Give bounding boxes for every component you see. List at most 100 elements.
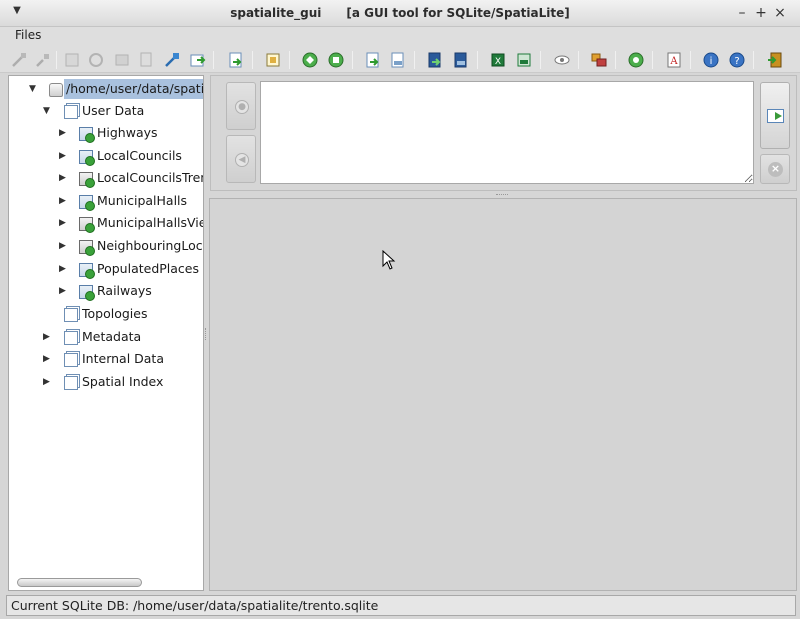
network-icon[interactable] [301,51,319,69]
check-geometry-icon[interactable] [627,51,645,69]
view-icon [79,172,95,188]
view-icon [79,240,95,256]
svg-text:i: i [710,56,713,67]
expand-arrow-icon[interactable]: ▶ [59,146,69,166]
tree-label[interactable]: Internal Data [82,349,164,369]
load-dbf-icon[interactable] [426,51,444,69]
tree-label[interactable]: Spatial Index [82,372,163,392]
tree-label[interactable]: LocalCouncils [97,146,182,166]
charset-icon[interactable]: A [665,51,683,69]
results-grid-area[interactable] [209,198,797,591]
svg-text:A: A [669,56,678,67]
clear-icon: × [768,162,783,177]
menu-bar: Files [0,27,800,47]
load-xls-icon[interactable]: X [489,51,507,69]
tree-label[interactable]: PopulatedPlaces [97,259,199,279]
load-txt-icon[interactable] [364,51,382,69]
expand-arrow-icon[interactable]: ▶ [59,168,69,188]
tree-label[interactable]: User Data [82,101,144,121]
table-icon [79,127,95,143]
collapse-arrow-icon[interactable]: ▼ [29,79,39,99]
history-forward-button[interactable]: ◀ [226,135,256,183]
connect-icon[interactable] [10,51,28,69]
tree-label[interactable]: Highways [97,123,158,143]
db-path-label[interactable]: /home/user/data/spatialite/trento.sqlite [64,79,203,99]
help-icon[interactable]: i [702,51,720,69]
exit-icon[interactable] [766,51,784,69]
expand-arrow-icon[interactable]: ▶ [43,327,53,347]
tree-view-item[interactable]: ▶ MunicipalHallsView [9,213,203,233]
splitter-grip [205,328,208,340]
expand-arrow-icon[interactable]: ▶ [59,191,69,211]
tree-label[interactable]: NeighbouringLocalCouncils [97,236,203,256]
folder-icon [64,376,78,390]
create-db-icon[interactable] [63,51,81,69]
execute-script-icon[interactable] [189,51,207,69]
about-icon[interactable]: ? [728,51,746,69]
close-icon[interactable]: × [771,4,789,22]
clear-sql-button[interactable]: × [760,154,790,184]
tree-label[interactable]: LocalCouncilsTrento [97,168,203,188]
map-icon[interactable] [590,51,608,69]
expand-arrow-icon[interactable]: ▶ [43,349,53,369]
expand-arrow-icon[interactable]: ▶ [43,372,53,392]
svg-text:?: ? [734,56,739,67]
folder-icon [64,331,78,345]
vacuum-icon[interactable] [113,51,131,69]
expand-arrow-icon[interactable]: ▶ [59,213,69,233]
tree-user-data[interactable]: ▼ User Data [9,101,203,121]
tree-table-item[interactable]: ▶ PopulatedPlaces [9,259,203,279]
tree-table-item[interactable]: ▶ LocalCouncils [9,146,203,166]
app-title: spatialite_gui [230,6,322,20]
tree-topologies[interactable]: Topologies [9,304,203,324]
tree-label[interactable]: MunicipalHalls [97,191,187,211]
horizontal-scrollbar[interactable] [17,578,142,587]
tree-metadata[interactable]: ▶ Metadata [9,327,203,347]
virtual-xls-icon[interactable] [515,51,533,69]
table-icon [79,263,95,279]
expand-arrow-icon[interactable]: ▶ [59,259,69,279]
tree-table-item[interactable]: ▶ Highways [9,123,203,143]
disconnect-icon[interactable] [34,51,52,69]
db-tree-panel[interactable]: ▼ /home/user/data/spatialite/trento.sqli… [8,75,204,591]
folder-icon [64,308,78,322]
tree-view-item[interactable]: ▶ LocalCouncilsTrento [9,168,203,188]
tree-root[interactable]: ▼ /home/user/data/spatialite/trento.sqli… [9,79,203,99]
tree-label[interactable]: Topologies [82,304,147,324]
view-icon [79,217,95,233]
menu-files[interactable]: Files [14,28,42,42]
attach-db-icon[interactable] [163,51,181,69]
tree-table-item[interactable]: ▶ Railways [9,281,203,301]
svg-text:X: X [495,57,501,67]
expand-arrow-icon[interactable]: ▶ [59,236,69,256]
expand-arrow-icon[interactable]: ▶ [59,281,69,301]
maximize-icon[interactable]: + [752,4,770,22]
expand-arrow-icon[interactable]: ▶ [59,123,69,143]
tree-internal-data[interactable]: ▶ Internal Data [9,349,203,369]
tree-label[interactable]: MunicipalHallsView [97,213,203,233]
srids-icon[interactable] [553,51,571,69]
status-bar: Current SQLite DB: /home/user/data/spati… [6,595,796,616]
tree-table-item[interactable]: ▶ MunicipalHalls [9,191,203,211]
virtual-shapefile-icon[interactable] [264,51,282,69]
collapse-arrow-icon[interactable]: ▼ [43,101,53,121]
execute-sql-icon [767,109,784,123]
tree-label[interactable]: Railways [97,281,152,301]
table-icon [79,285,95,301]
tree-view-item[interactable]: ▶ NeighbouringLocalCouncils [9,236,203,256]
window-title: spatialite_gui [a GUI tool for SQLite/Sp… [0,6,800,20]
load-shapefile-icon[interactable] [227,51,245,69]
history-forward-icon: ◀ [235,153,249,167]
execute-sql-button[interactable] [760,82,790,149]
virtual-txt-icon[interactable] [389,51,407,69]
tree-spatial-index[interactable]: ▶ Spatial Index [9,372,203,392]
tree-label[interactable]: Metadata [82,327,141,347]
database-icon [49,83,63,97]
virtual-dbf-icon[interactable] [452,51,470,69]
exif-icon[interactable] [327,51,345,69]
history-back-button[interactable]: ● [226,82,256,130]
minimize-icon[interactable]: – [733,4,751,22]
sql-script-icon[interactable] [138,51,156,69]
memory-db-icon[interactable] [87,51,105,69]
sql-query-input[interactable] [260,81,754,184]
